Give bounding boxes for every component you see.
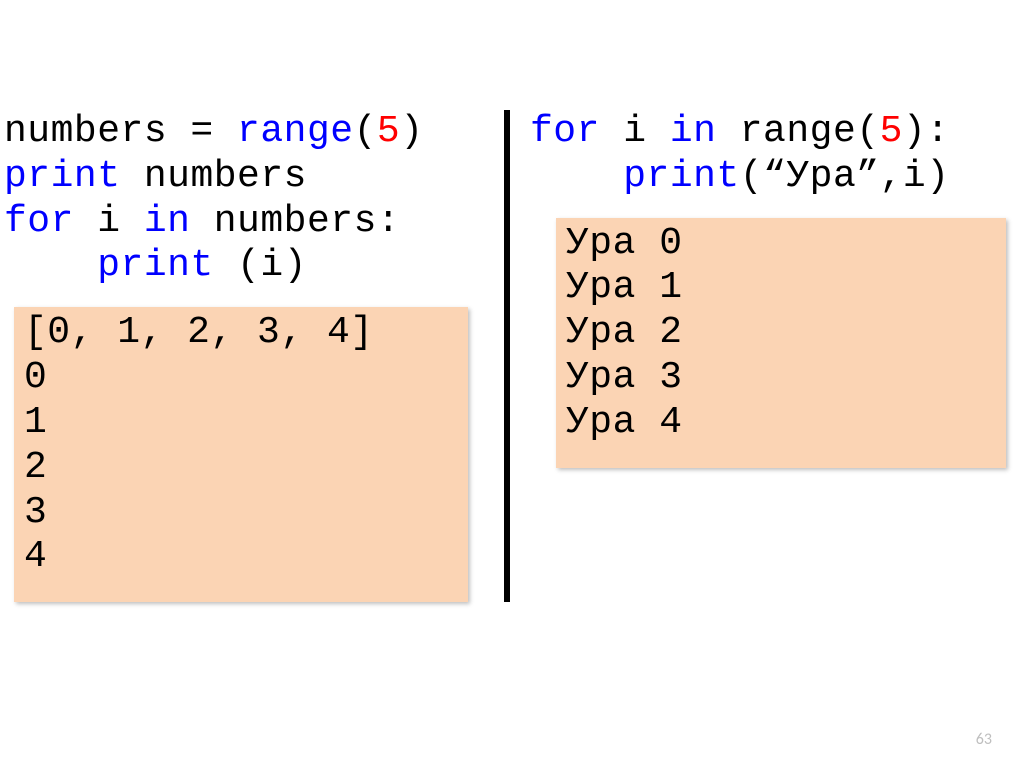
code-text: ) xyxy=(400,110,423,153)
code-text: ): xyxy=(903,110,950,153)
vertical-divider xyxy=(504,110,510,602)
page-number: 63 xyxy=(976,730,992,749)
keyword-print: print xyxy=(623,155,740,198)
columns: numbers = range(5) print numbers for i i… xyxy=(0,0,1024,602)
keyword-print: print xyxy=(4,155,121,198)
code-indent xyxy=(4,244,97,287)
code-text: ( xyxy=(354,110,377,153)
code-text: (i) xyxy=(214,244,307,287)
code-text: numbers: xyxy=(190,200,400,243)
keyword-in: in xyxy=(144,200,191,243)
number-literal: 5 xyxy=(880,110,903,153)
string-literal: “Ура” xyxy=(763,155,880,198)
code-text: i xyxy=(600,110,670,153)
left-code-block: numbers = range(5) print numbers for i i… xyxy=(4,110,498,289)
keyword-for: for xyxy=(4,200,74,243)
left-output-block: [0, 1, 2, 3, 4] 0 1 2 3 4 xyxy=(14,307,468,602)
keyword-in: in xyxy=(670,110,717,153)
code-text: numbers xyxy=(121,155,307,198)
code-text: numbers = xyxy=(4,110,237,153)
code-text: range( xyxy=(716,110,879,153)
code-text: ( xyxy=(740,155,763,198)
right-output-block: Ура 0 Ура 1 Ура 2 Ура 3 Ура 4 xyxy=(556,218,1006,468)
keyword-print: print xyxy=(97,244,214,287)
code-text: ,i) xyxy=(880,155,950,198)
number-literal: 5 xyxy=(377,110,400,153)
left-column: numbers = range(5) print numbers for i i… xyxy=(0,110,498,602)
code-text: i xyxy=(74,200,144,243)
right-code-block: for i in range(5): print(“Ура”,i) xyxy=(530,110,1024,200)
keyword-for: for xyxy=(530,110,600,153)
keyword-range: range xyxy=(237,110,354,153)
code-indent xyxy=(530,155,623,198)
slide: numbers = range(5) print numbers for i i… xyxy=(0,0,1024,767)
right-column: for i in range(5): print(“Ура”,i) Ура 0 … xyxy=(516,110,1024,602)
